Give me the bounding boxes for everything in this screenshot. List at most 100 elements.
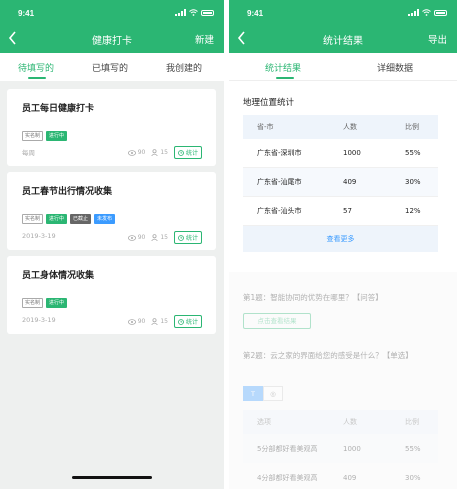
- header-region: 省-市: [257, 123, 274, 131]
- location-table: 省-市 人数 比例 广东省-深圳市 1000 55% 广东省-汕尾市 409 3…: [243, 115, 438, 252]
- table-header: 省-市 人数 比例: [243, 115, 438, 139]
- view-results-button[interactable]: 点击查看结果: [243, 313, 311, 329]
- header-ratio: 比例: [405, 418, 419, 426]
- cell-ratio: 55%: [405, 149, 421, 157]
- tag-ongoing: 进行中: [46, 131, 68, 141]
- people-stat: 15: [151, 234, 168, 241]
- card-stats: 90 15 统计: [127, 146, 202, 159]
- form-card[interactable]: 员工每日健康打卡 实名制 进行中 每周 90 15 统计: [7, 89, 216, 166]
- cell-option: 5分部都好看美观高: [257, 444, 318, 453]
- health-checkin-screen: 健康打卡 新建 9:41 待填写的 已填写的 我创建的 员工每日健康打卡 实名制…: [0, 0, 224, 489]
- chart-view-toggle[interactable]: ◎: [263, 386, 283, 401]
- form-card[interactable]: 员工春节出行情况收集 实名制 进行中 已截止 未发布 2019-3-19 90 …: [7, 172, 216, 250]
- view-toggle: T ◎: [243, 386, 283, 401]
- card-stats: 90 15 统计: [127, 315, 202, 328]
- header-count: 人数: [343, 123, 357, 131]
- cell-count: 1000: [343, 149, 361, 157]
- table-row: 5分部都好看美观高 1000 55%: [243, 434, 438, 463]
- people-count: 15: [160, 149, 168, 156]
- page-title: 统计结果: [323, 36, 363, 47]
- tab-created[interactable]: 我创建的: [166, 61, 202, 74]
- header-count: 人数: [343, 418, 357, 426]
- tag-realname: 实名制: [22, 298, 44, 308]
- section-title: 地理位置统计: [243, 98, 295, 108]
- new-button[interactable]: 新建: [195, 32, 214, 46]
- views-stat: 90: [127, 318, 146, 325]
- eye-icon: [127, 318, 136, 325]
- views-stat: 90: [127, 234, 146, 241]
- user-icon: [151, 149, 159, 156]
- cell-option: 4分部都好看美观高: [257, 473, 318, 482]
- stats-button-label: 统计: [185, 319, 198, 326]
- status-icons: [175, 9, 214, 16]
- card-tags: 实名制 进行中 已截止 未发布: [22, 214, 116, 224]
- card-date: 2019-3-19: [22, 316, 56, 324]
- options-table: 选项 人数 比例 5分部都好看美观高 1000 55% 4分部都好看美观高 40…: [243, 410, 438, 489]
- user-icon: [151, 234, 159, 241]
- tag-closed: 已截止: [70, 214, 92, 224]
- cell-ratio: 30%: [405, 473, 421, 482]
- stats-button[interactable]: 统计: [173, 315, 202, 328]
- wifi-icon: [422, 9, 431, 16]
- cell-ratio: 30%: [405, 178, 421, 186]
- wifi-icon: [189, 9, 198, 16]
- app-root: 健康打卡 新建 9:41 待填写的 已填写的 我创建的 员工每日健康打卡 实名制…: [0, 0, 457, 489]
- signal-icon: [408, 9, 419, 16]
- clock-icon: [178, 234, 184, 241]
- people-count: 15: [160, 234, 168, 241]
- table-row: 4分部都好看美观高 409 30%: [243, 463, 438, 489]
- cell-count: 57: [343, 207, 352, 215]
- clock-icon: [178, 318, 184, 325]
- header-ratio: 比例: [405, 123, 419, 131]
- cell-region: 广东省-深圳市: [257, 149, 302, 157]
- battery-icon: [201, 9, 214, 16]
- tag-ongoing: 进行中: [46, 298, 68, 308]
- status-bar: 9:41: [229, 0, 457, 24]
- page-title: 健康打卡: [92, 36, 132, 47]
- table-header: 选项 人数 比例: [243, 410, 438, 434]
- card-tags: 实名制 进行中: [22, 298, 68, 308]
- signal-icon: [175, 9, 186, 16]
- views-count: 90: [137, 318, 146, 325]
- people-stat: 15: [151, 318, 168, 325]
- tag-realname: 实名制: [22, 214, 44, 224]
- table-row: 广东省-深圳市 1000 55%: [243, 139, 438, 168]
- views-count: 90: [137, 234, 146, 241]
- header-option: 选项: [257, 418, 271, 426]
- form-card[interactable]: 员工身体情况收集 实名制 进行中 2019-3-19 90 15 统计: [7, 256, 216, 334]
- export-button[interactable]: 导出: [428, 32, 447, 46]
- clock-icon: [178, 149, 184, 156]
- card-title: 员工身体情况收集: [22, 271, 95, 281]
- cell-region: 广东省-汕尾市: [257, 178, 302, 186]
- tab-statistics[interactable]: 统计结果: [265, 61, 301, 74]
- view-more-link[interactable]: 查看更多: [243, 226, 438, 252]
- table-row: 广东省-汕头市 57 12%: [243, 197, 438, 226]
- status-icons: [408, 9, 447, 16]
- stats-button-label: 统计: [185, 150, 198, 157]
- card-title: 员工每日健康打卡: [22, 104, 95, 114]
- table-view-toggle[interactable]: T: [243, 386, 263, 401]
- card-date: 2019-3-19: [22, 232, 56, 240]
- cell-count: 409: [343, 473, 357, 482]
- home-indicator[interactable]: [72, 476, 152, 479]
- stats-button[interactable]: 统计: [173, 146, 202, 159]
- cell-count: 1000: [343, 444, 361, 453]
- battery-icon: [434, 9, 447, 16]
- card-frequency: 每周: [22, 149, 35, 157]
- stats-button[interactable]: 统计: [173, 231, 202, 244]
- tag-realname: 实名制: [22, 131, 44, 141]
- tab-details[interactable]: 详细数据: [377, 61, 413, 74]
- question-2-title: 第2题：云之家的界面给您的感受是什么？【单选】: [243, 351, 413, 360]
- stats-button-label: 统计: [185, 235, 198, 242]
- card-title: 员工春节出行情况收集: [22, 187, 113, 197]
- eye-icon: [127, 234, 136, 241]
- status-time: 9:41: [18, 9, 35, 18]
- eye-icon: [127, 149, 136, 156]
- tag-ongoing: 进行中: [46, 214, 68, 224]
- views-stat: 90: [127, 149, 145, 156]
- card-stats: 90 15 统计: [127, 231, 202, 244]
- tab-filled[interactable]: 已填写的: [92, 61, 128, 74]
- cell-count: 409: [343, 178, 357, 186]
- tab-pending[interactable]: 待填写的: [18, 61, 54, 74]
- cell-ratio: 55%: [405, 444, 421, 453]
